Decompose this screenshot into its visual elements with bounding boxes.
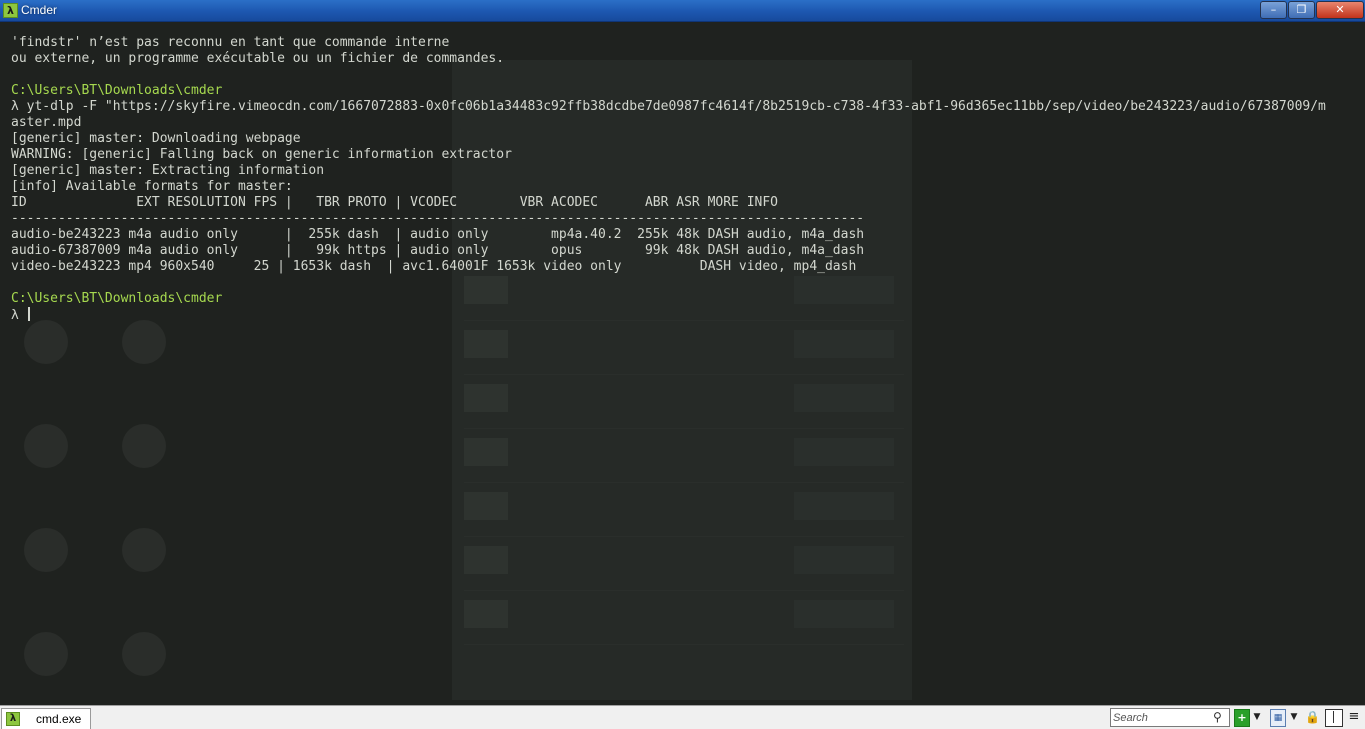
output-line: [generic] master: Extracting information xyxy=(11,163,325,178)
desktop-icon-ghost xyxy=(24,528,68,572)
background-row-ghost xyxy=(464,486,904,537)
output-line: ID EXT RESOLUTION FPS | TBR PROTO | VCOD… xyxy=(11,195,779,210)
window-titlebar[interactable]: λ Cmder – ❐ ✕ xyxy=(0,0,1365,22)
output-line: video-be243223 mp4 960x540 25 | 1653k da… xyxy=(11,259,857,274)
desktop-icon-ghost xyxy=(24,424,68,468)
background-row-ghost xyxy=(464,540,904,591)
output-line: ou externe, un programme exécutable ou u… xyxy=(11,51,505,66)
background-row-ghost xyxy=(464,594,904,645)
terminal-output: 'findstr' n’est pas reconnu en tant que … xyxy=(11,35,1326,323)
desktop-icon-ghost xyxy=(122,424,166,468)
output-line: 'findstr' n’est pas reconnu en tant que … xyxy=(11,35,450,50)
output-line: [info] Available formats for master: xyxy=(11,179,293,194)
lambda-icon: λ xyxy=(6,712,20,726)
close-button[interactable]: ✕ xyxy=(1316,1,1364,19)
chevron-down-icon[interactable]: ▼ xyxy=(1252,709,1262,725)
maximize-button[interactable]: ❐ xyxy=(1288,1,1315,19)
minimize-button[interactable]: – xyxy=(1260,1,1287,19)
terminal-console[interactable]: 'findstr' n’est pas reconnu en tant que … xyxy=(0,22,1365,705)
desktop-icon-ghost xyxy=(122,632,166,676)
new-console-button[interactable]: + xyxy=(1234,709,1250,727)
output-line: audio-be243223 m4a audio only | 255k das… xyxy=(11,227,865,242)
status-bar: λ cmd.exe ⚲ + ▼ ▦ ▼ 🔒 ≡ xyxy=(0,705,1365,729)
output-line: [generic] master: Downloading webpage xyxy=(11,131,301,146)
search-box[interactable]: ⚲ xyxy=(1110,708,1230,727)
split-view-icon[interactable] xyxy=(1325,709,1343,727)
prompt-path-line: C:\Users\BT\Downloads\cmder xyxy=(11,291,223,306)
desktop-icon-ghost xyxy=(122,320,166,364)
output-line: aster.mpd xyxy=(11,115,82,130)
output-line: WARNING: [generic] Falling back on gener… xyxy=(11,147,512,162)
output-line: audio-67387009 m4a audio only | 99k http… xyxy=(11,243,865,258)
console-tab-cmd[interactable]: λ cmd.exe xyxy=(1,708,91,729)
output-line: λ yt-dlp -F "https://skyfire.vimeocdn.co… xyxy=(11,99,1326,114)
console-tab-label: cmd.exe xyxy=(36,712,82,726)
menu-icon[interactable]: ≡ xyxy=(1347,709,1361,725)
background-row-ghost xyxy=(464,324,904,375)
cmder-lambda-icon[interactable]: λ xyxy=(3,3,18,18)
panes-icon[interactable]: ▦ xyxy=(1270,709,1286,727)
output-line: ----------------------------------------… xyxy=(11,211,865,226)
lock-icon[interactable]: 🔒 xyxy=(1305,709,1320,725)
search-input[interactable] xyxy=(1113,709,1209,726)
text-cursor xyxy=(27,307,30,321)
desktop-icon-ghost xyxy=(122,528,166,572)
desktop-icon-ghost xyxy=(24,320,68,364)
chevron-down-icon[interactable]: ▼ xyxy=(1289,709,1299,725)
prompt-path-line: C:\Users\BT\Downloads\cmder xyxy=(11,83,223,98)
background-row-ghost xyxy=(464,432,904,483)
window-title: Cmder xyxy=(21,3,58,17)
prompt-line: λ xyxy=(11,307,1326,323)
desktop-icon-ghost xyxy=(24,632,68,676)
search-icon[interactable]: ⚲ xyxy=(1213,710,1222,724)
background-row-ghost xyxy=(464,378,904,429)
